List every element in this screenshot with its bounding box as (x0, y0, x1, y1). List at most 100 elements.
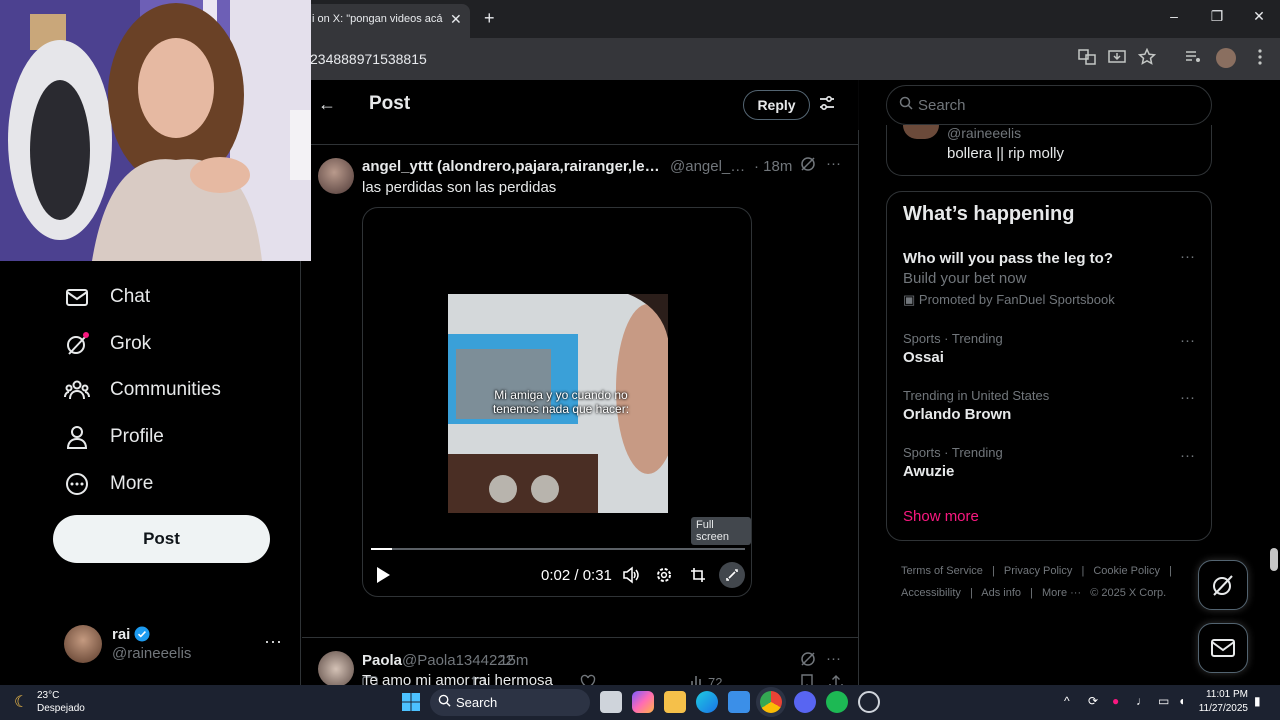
grok-explain-icon[interactable] (800, 651, 816, 672)
account-more-icon[interactable]: ··· (264, 631, 282, 652)
tray-chevron-icon[interactable]: ^ (1064, 694, 1070, 708)
profile-avatar-icon[interactable] (1216, 48, 1236, 68)
translate-icon[interactable] (1077, 48, 1097, 68)
show-more-link[interactable]: Show more (903, 508, 979, 525)
clock-time[interactable]: 11:01 PM (1203, 689, 1248, 700)
windows-taskbar: ☾ 23°C Despejado Search ^ ⟳ ● ♩ ▭ ◖ 11:0… (0, 685, 1280, 720)
video-progress-bar[interactable] (371, 548, 745, 550)
tweet-more-icon[interactable]: ··· (826, 155, 841, 172)
fullscreen-icon[interactable] (719, 562, 745, 588)
communities-icon (64, 380, 90, 400)
footer-link-accessibility[interactable]: Accessibility (901, 587, 961, 599)
tray-app-icon[interactable]: ● (1112, 694, 1119, 708)
nav-label-grok: Grok (110, 333, 152, 354)
media-queue-icon[interactable] (1183, 48, 1203, 68)
footer-separator: | (1081, 565, 1085, 577)
tweet-author-name[interactable]: Paola (362, 652, 402, 669)
nav-item-chat[interactable]: Chat (64, 277, 150, 317)
tweet-time[interactable]: · 15m (490, 652, 528, 669)
footer-separator: | (969, 587, 973, 599)
volume-icon[interactable]: ◖ (1178, 694, 1185, 708)
reply-button[interactable]: Reply (743, 90, 810, 120)
promo-title[interactable]: Who will you pass the leg to? (903, 250, 1113, 267)
tweet-avatar[interactable] (318, 651, 354, 687)
grok-fab-icon[interactable] (1198, 560, 1248, 610)
account-switcher[interactable]: rai @raineeelis ··· (64, 625, 294, 665)
nav-item-communities[interactable]: Communities (64, 370, 221, 410)
tweet-more-icon[interactable]: ··· (826, 650, 841, 667)
back-arrow-icon[interactable]: ← (318, 94, 336, 115)
store-icon[interactable] (728, 691, 750, 713)
taskbar-search[interactable]: Search (430, 689, 590, 716)
picture-in-picture-icon[interactable] (689, 566, 707, 589)
trend-more-icon[interactable]: ··· (1180, 447, 1195, 464)
browser-menu-icon[interactable] (1250, 48, 1270, 68)
trend-name[interactable]: Orlando Brown (903, 406, 1011, 423)
scrollbar[interactable] (1270, 548, 1278, 571)
grok-explain-icon[interactable] (800, 156, 816, 176)
tweet[interactable]: Paola @Paola1344222 · 15m ··· Te amo mi … (302, 639, 859, 689)
minimize-icon[interactable]: – (1164, 8, 1184, 24)
promo-by: ▣ Promoted by FanDuel Sportsbook (903, 292, 1115, 308)
trend-more-icon[interactable]: ··· (1180, 389, 1195, 406)
tweet-time[interactable]: · 18m (754, 158, 792, 175)
volume-icon[interactable] (622, 566, 640, 589)
file-explorer-icon[interactable] (664, 691, 686, 713)
video-player[interactable]: Mi amiga y yo cuando no tenemos nada que… (362, 207, 752, 597)
url-text[interactable]: 234888971538815 (310, 51, 427, 67)
bookmark-star-icon[interactable] (1137, 47, 1157, 68)
install-app-icon[interactable] (1107, 48, 1127, 68)
taskbar-search-placeholder: Search (456, 695, 498, 710)
moon-icon[interactable]: ☾ (14, 692, 28, 712)
discord-icon[interactable] (794, 691, 816, 713)
edge-icon[interactable] (696, 691, 718, 713)
microphone-icon[interactable]: ♩ (1136, 694, 1148, 708)
tray-sync-icon[interactable]: ⟳ (1088, 694, 1098, 708)
nav-item-more[interactable]: More (64, 464, 153, 504)
new-tab-icon[interactable]: + (484, 8, 495, 29)
clock-date[interactable]: 11/27/2025 (1197, 703, 1248, 714)
obs-icon[interactable] (858, 691, 880, 713)
tab-close-icon[interactable]: ✕ (450, 11, 462, 28)
profile-card[interactable]: @raineeelis bollera || rip molly (886, 125, 1212, 176)
tweet-author-handle[interactable]: @angel_ytt... (670, 158, 752, 175)
nav-item-profile[interactable]: Profile (64, 417, 164, 457)
browser-tab[interactable]: i on X: "pongan videos acá para un ✕ (300, 4, 470, 38)
settings-gear-icon[interactable] (655, 566, 673, 589)
spotify-icon[interactable] (826, 691, 848, 713)
tweet-avatar[interactable] (318, 158, 354, 194)
previous-tweet-actions (302, 130, 859, 145)
video-frame[interactable]: Mi amiga y yo cuando no tenemos nada que… (448, 294, 668, 513)
network-icon[interactable]: ▭ (1158, 694, 1169, 708)
window-close-icon[interactable]: ✕ (1249, 8, 1269, 25)
footer-link-terms[interactable]: Terms of Service (901, 565, 983, 577)
chrome-icon[interactable] (760, 691, 782, 713)
trend-more-icon[interactable]: ··· (1180, 332, 1195, 349)
footer-link-more[interactable]: More ··· (1042, 587, 1081, 599)
post-button[interactable]: Post (53, 515, 270, 563)
copilot-icon[interactable] (632, 691, 654, 713)
webcam-overlay (0, 0, 311, 261)
tweet-author-name[interactable]: angel_yttt (alondrero,pajara,rairanger,l… (362, 158, 662, 175)
play-icon[interactable] (375, 566, 391, 589)
windows-start-icon[interactable] (402, 693, 420, 711)
task-view-icon[interactable] (600, 691, 622, 713)
nav-label-profile: Profile (110, 426, 164, 447)
footer-link-cookie[interactable]: Cookie Policy (1093, 565, 1160, 577)
footer-link-privacy[interactable]: Privacy Policy (1004, 565, 1072, 577)
nav-item-grok[interactable]: Grok (64, 324, 151, 364)
weather-desc[interactable]: Despejado (37, 703, 85, 714)
messages-fab-icon[interactable] (1198, 623, 1248, 673)
trend-more-icon[interactable]: ··· (1180, 248, 1195, 265)
trend-name[interactable]: Ossai (903, 349, 944, 366)
footer-link-ads[interactable]: Ads info (981, 587, 1021, 599)
post-header: ← Post Reply (302, 80, 859, 130)
notification-icon[interactable]: ▮ (1254, 694, 1261, 708)
search-input[interactable]: Search (886, 85, 1212, 125)
tweet[interactable]: angel_yttt (alondrero,pajara,rairanger,l… (302, 146, 859, 691)
restore-icon[interactable]: ❐ (1207, 8, 1227, 25)
weather-temp[interactable]: 23°C (37, 690, 59, 701)
trend-name[interactable]: Awuzie (903, 463, 954, 480)
filter-icon[interactable] (818, 94, 836, 117)
tweet-text: las perdidas son las perdidas (362, 179, 557, 196)
